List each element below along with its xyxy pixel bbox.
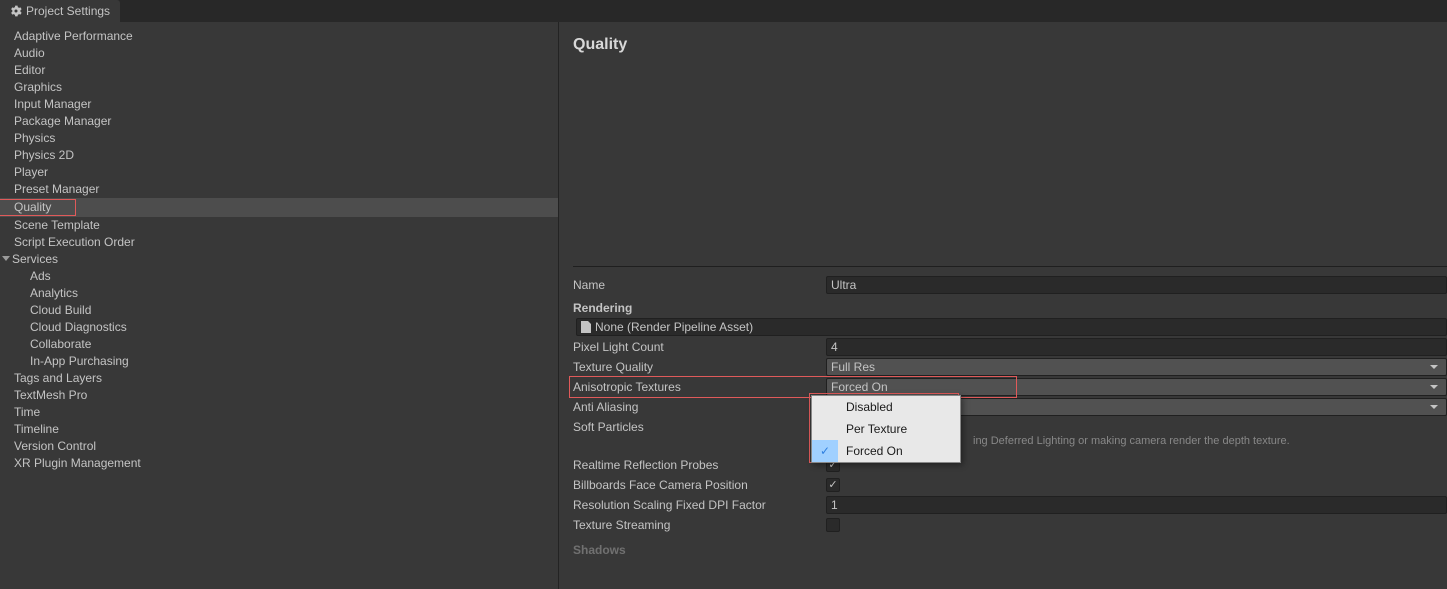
field-resolution-scaling[interactable]: 1 xyxy=(826,496,1447,514)
sidebar-item-package-manager[interactable]: Package Manager xyxy=(0,113,558,130)
check-icon xyxy=(812,396,838,418)
field-name[interactable]: Ultra xyxy=(826,276,1447,294)
sidebar-item-editor[interactable]: Editor xyxy=(0,62,558,79)
sidebar-item-services[interactable]: Services xyxy=(0,251,58,268)
label-billboards: Billboards Face Camera Position xyxy=(573,478,826,492)
row-billboards: Billboards Face Camera Position xyxy=(573,475,1447,495)
sidebar-item-tags-and-layers[interactable]: Tags and Layers xyxy=(0,370,558,387)
sidebar-item-scene-template[interactable]: Scene Template xyxy=(0,217,558,234)
row-texture-streaming: Texture Streaming xyxy=(573,515,1447,535)
dropdown-popup: Disabled Per Texture ✓ Forced On xyxy=(811,395,961,463)
sidebar-item-graphics[interactable]: Graphics xyxy=(0,79,558,96)
sidebar-item-preset-manager[interactable]: Preset Manager xyxy=(0,181,558,198)
label-soft-particles: Soft Particles xyxy=(573,420,826,434)
row-anti-aliasing: Anti Aliasing xyxy=(573,397,1447,417)
section-shadows: Shadows xyxy=(573,543,1447,557)
sidebar-item-cloud-build[interactable]: Cloud Build xyxy=(0,302,558,319)
main-panel: Adaptive Performance Audio Editor Graphi… xyxy=(0,22,1447,589)
sidebar-item-time[interactable]: Time xyxy=(0,404,558,421)
tab-title: Project Settings xyxy=(26,4,110,18)
label-realtime-reflection: Realtime Reflection Probes xyxy=(573,458,826,472)
sidebar-item-adaptive-performance[interactable]: Adaptive Performance xyxy=(0,28,558,45)
sidebar-item-audio[interactable]: Audio xyxy=(0,45,558,62)
sidebar-item-script-execution-order[interactable]: Script Execution Order xyxy=(0,234,558,251)
gear-icon xyxy=(10,5,22,17)
sidebar-item-in-app-purchasing[interactable]: In-App Purchasing xyxy=(0,353,558,370)
sidebar-item-physics[interactable]: Physics xyxy=(0,130,558,147)
content-panel: Quality Name Ultra Rendering None (Rende… xyxy=(559,22,1447,589)
row-render-pipeline: None (Render Pipeline Asset) xyxy=(573,317,1447,337)
label-texture-streaming: Texture Streaming xyxy=(573,518,826,532)
caret-down-icon xyxy=(2,256,10,261)
label-resolution-scaling: Resolution Scaling Fixed DPI Factor xyxy=(573,498,826,512)
sidebar-item-textmesh-pro[interactable]: TextMesh Pro xyxy=(0,387,558,404)
popup-option-disabled[interactable]: Disabled xyxy=(812,396,960,418)
checkbox-texture-streaming[interactable] xyxy=(826,518,840,532)
sidebar-item-cloud-diagnostics[interactable]: Cloud Diagnostics xyxy=(0,319,558,336)
label-texture-quality: Texture Quality xyxy=(573,360,826,374)
dropdown-anisotropic[interactable]: Forced On xyxy=(826,378,1447,396)
sidebar-item-physics-2d[interactable]: Physics 2D xyxy=(0,147,558,164)
label-name: Name xyxy=(573,278,826,292)
section-rendering: Rendering xyxy=(573,301,1447,315)
sidebar-item-version-control[interactable]: Version Control xyxy=(0,438,558,455)
row-pixel-light-count: Pixel Light Count 4 xyxy=(573,337,1447,357)
sidebar-item-xr-plugin-management[interactable]: XR Plugin Management xyxy=(0,455,558,472)
page-icon xyxy=(581,321,591,333)
label-anti-aliasing: Anti Aliasing xyxy=(573,400,826,414)
page-title: Quality xyxy=(573,36,1447,54)
popup-option-forced-on[interactable]: ✓ Forced On xyxy=(812,440,960,462)
row-anisotropic-textures: Anisotropic Textures Forced On xyxy=(573,377,1447,397)
sidebar-item-ads[interactable]: Ads xyxy=(0,268,558,285)
field-pixel-light[interactable]: 4 xyxy=(826,338,1447,356)
row-soft-particles: Soft Particles xyxy=(573,417,1447,437)
sidebar-item-analytics[interactable]: Analytics xyxy=(0,285,558,302)
hint-soft-particles: ing Deferred Lighting or making camera r… xyxy=(573,435,1447,447)
tab-bar: Project Settings xyxy=(0,0,1447,22)
settings-sidebar: Adaptive Performance Audio Editor Graphi… xyxy=(0,22,559,589)
label-pixel-light: Pixel Light Count xyxy=(573,340,826,354)
sidebar-item-quality[interactable]: Quality xyxy=(0,198,558,217)
label-anisotropic: Anisotropic Textures xyxy=(573,380,826,394)
row-resolution-scaling: Resolution Scaling Fixed DPI Factor 1 xyxy=(573,495,1447,515)
tab-project-settings[interactable]: Project Settings xyxy=(0,0,120,22)
field-render-pipeline[interactable]: None (Render Pipeline Asset) xyxy=(576,318,1447,336)
checkbox-billboards[interactable] xyxy=(826,478,840,492)
popup-option-per-texture[interactable]: Per Texture xyxy=(812,418,960,440)
check-icon: ✓ xyxy=(812,440,838,462)
row-realtime-reflection: Realtime Reflection Probes xyxy=(573,455,1447,475)
divider xyxy=(573,266,1447,267)
sidebar-item-timeline[interactable]: Timeline xyxy=(0,421,558,438)
sidebar-item-collaborate[interactable]: Collaborate xyxy=(0,336,558,353)
row-name: Name Ultra xyxy=(573,275,1447,295)
sidebar-item-input-manager[interactable]: Input Manager xyxy=(0,96,558,113)
row-texture-quality: Texture Quality Full Res xyxy=(573,357,1447,377)
dropdown-texture-quality[interactable]: Full Res xyxy=(826,358,1447,376)
check-icon xyxy=(812,418,838,440)
sidebar-item-player[interactable]: Player xyxy=(0,164,558,181)
